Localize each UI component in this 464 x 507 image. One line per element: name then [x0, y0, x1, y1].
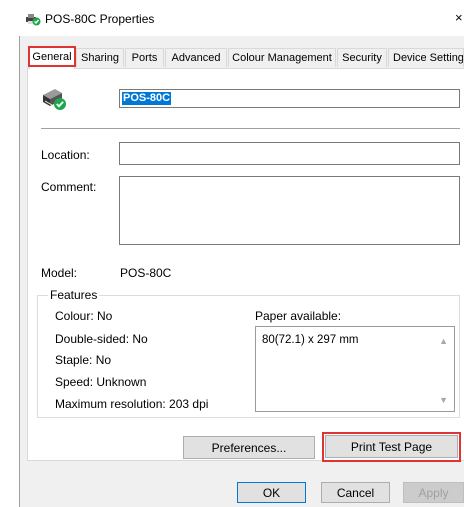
model-value: POS-80C: [120, 266, 172, 280]
tab-advanced[interactable]: Advanced: [165, 48, 227, 67]
location-input[interactable]: [119, 142, 460, 165]
printer-ok-icon: [25, 12, 41, 26]
tab-ports[interactable]: Ports: [125, 48, 164, 67]
tab-security[interactable]: Security: [337, 48, 387, 67]
scroll-up-icon[interactable]: ▲: [439, 336, 448, 346]
features-title: Features: [48, 288, 100, 302]
window-title: POS-80C Properties: [45, 12, 155, 26]
divider-top: [41, 128, 460, 129]
cancel-button[interactable]: Cancel: [321, 482, 390, 503]
feature-max-resolution: Maximum resolution: 203 dpi: [55, 397, 209, 411]
list-item[interactable]: 80(72.1) x 297 mm: [262, 333, 359, 347]
tab-general[interactable]: General: [29, 46, 75, 69]
location-label: Location:: [41, 148, 90, 162]
printer-name-input[interactable]: POS-80C: [119, 89, 460, 108]
comment-label: Comment:: [41, 180, 97, 194]
feature-colour: Colour: No: [55, 309, 113, 323]
ok-button[interactable]: OK: [237, 482, 306, 503]
feature-staple: Staple: No: [55, 353, 112, 367]
tab-colour-management[interactable]: Colour Management: [228, 48, 336, 67]
paper-listbox[interactable]: 80(72.1) x 297 mm ▲ ▼: [255, 326, 455, 412]
printer-icon: [40, 86, 68, 112]
tab-device-settings[interactable]: Device Settings: [388, 48, 464, 67]
print-test-page-button[interactable]: Print Test Page: [325, 435, 458, 458]
feature-speed: Speed: Unknown: [55, 375, 147, 389]
comment-input[interactable]: [119, 176, 460, 245]
preferences-button[interactable]: Preferences...: [183, 436, 315, 459]
model-label: Model:: [41, 266, 78, 280]
paper-available-label: Paper available:: [255, 309, 342, 323]
scroll-down-icon[interactable]: ▼: [439, 395, 448, 405]
close-icon[interactable]: ×: [455, 11, 463, 25]
printer-name-value: POS-80C: [122, 92, 172, 105]
tab-sharing[interactable]: Sharing: [76, 48, 124, 67]
feature-double-sided: Double-sided: No: [55, 332, 148, 346]
apply-button[interactable]: Apply: [403, 482, 464, 503]
